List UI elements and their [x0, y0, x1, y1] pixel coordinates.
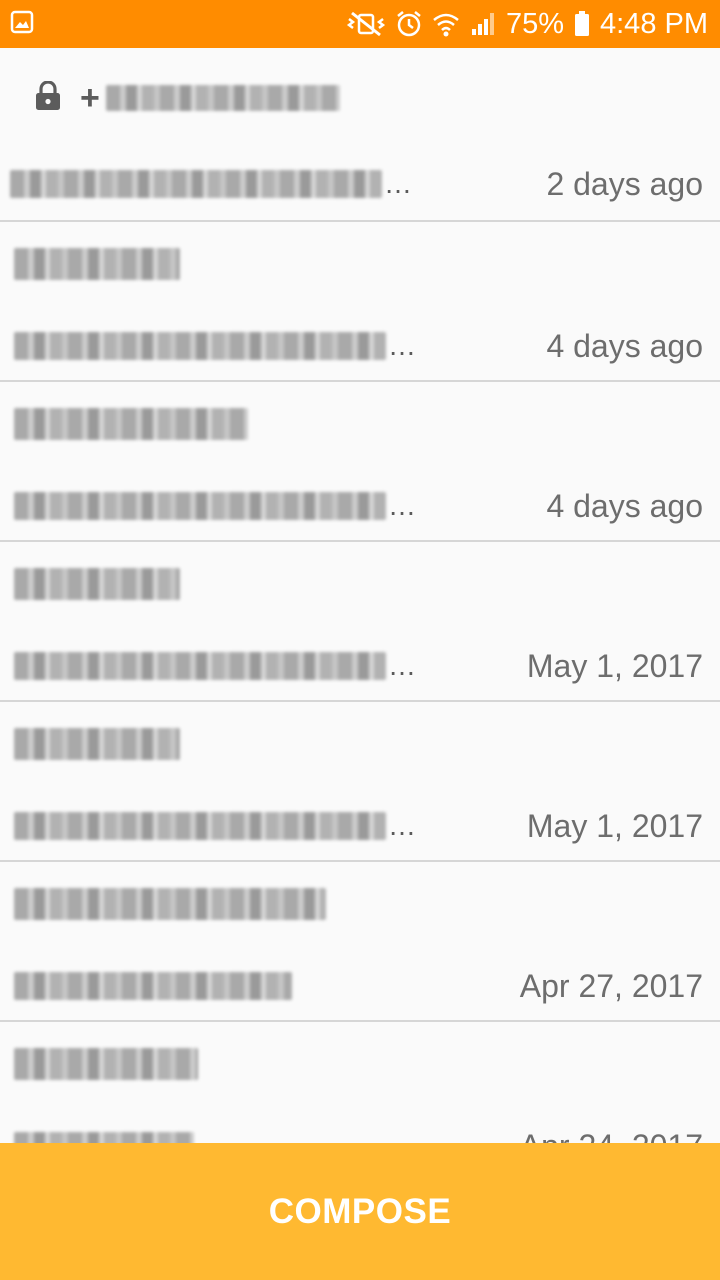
- ellipsis: …: [388, 650, 417, 681]
- alarm-icon: [396, 10, 422, 38]
- clock: 4:48 PM: [600, 7, 708, 40]
- message-list[interactable]: + … 2 days ago … 4 days ago … 4 days ago: [0, 48, 720, 1143]
- compose-label: COMPOSE: [268, 1191, 452, 1231]
- redacted-contact-name: [14, 408, 248, 440]
- message-time: 4 days ago: [546, 487, 703, 524]
- message-time: May 1, 2017: [526, 647, 703, 684]
- message-preview: [14, 1132, 520, 1143]
- redacted-phone-number: [105, 85, 340, 111]
- redacted-preview-text: [14, 972, 292, 1000]
- list-item[interactable]: … May 1, 2017: [0, 542, 720, 702]
- message-time: Apr 27, 2017: [519, 967, 703, 1004]
- redacted-preview-text: [14, 812, 386, 840]
- message-preview: …: [14, 330, 546, 362]
- redacted-preview-text: [14, 492, 386, 520]
- redacted-contact-name: [14, 248, 180, 280]
- battery-percent: 75%: [505, 7, 564, 40]
- ellipsis: …: [388, 490, 417, 521]
- redacted-preview-text: [14, 652, 386, 680]
- ellipsis: …: [388, 810, 417, 841]
- lock-icon: [34, 79, 62, 116]
- mute-vibrate-icon: [346, 11, 386, 37]
- list-item[interactable]: Apr 27, 2017: [0, 862, 720, 1022]
- list-item[interactable]: Apr 24, 2017: [0, 1022, 720, 1143]
- message-time: Apr 24, 2017: [520, 1128, 703, 1144]
- plus-sign: +: [80, 79, 100, 117]
- redacted-preview-text: [14, 1132, 194, 1143]
- list-item[interactable]: … May 1, 2017: [0, 702, 720, 862]
- status-left: [10, 10, 346, 39]
- wifi-icon: [432, 10, 460, 38]
- list-item[interactable]: … 4 days ago: [0, 382, 720, 542]
- message-preview: …: [10, 168, 546, 200]
- status-right: 75% 4:48 PM: [346, 8, 708, 41]
- redacted-contact-name: [14, 728, 180, 760]
- message-preview: …: [14, 650, 527, 682]
- battery-icon: [574, 11, 590, 37]
- redacted-contact-name: [14, 888, 326, 920]
- redacted-preview-text: [10, 170, 382, 198]
- gallery-notification-icon: [10, 10, 34, 39]
- redacted-contact-name: [14, 568, 180, 600]
- list-item[interactable]: … 2 days ago: [0, 148, 720, 222]
- message-time: 4 days ago: [546, 327, 703, 364]
- cellular-signal-icon: [470, 11, 496, 37]
- redacted-contact-name: [14, 1048, 198, 1080]
- message-time: 2 days ago: [546, 165, 703, 202]
- status-bar: 75% 4:48 PM: [0, 0, 720, 48]
- thread-header[interactable]: +: [0, 48, 720, 148]
- message-preview: [14, 972, 520, 1000]
- message-preview: …: [14, 810, 527, 842]
- message-preview: …: [14, 490, 546, 522]
- list-item[interactable]: … 4 days ago: [0, 222, 720, 382]
- message-time: May 1, 2017: [526, 807, 703, 844]
- redacted-preview-text: [14, 332, 386, 360]
- ellipsis: …: [388, 330, 417, 361]
- compose-button[interactable]: COMPOSE: [0, 1143, 720, 1280]
- ellipsis: …: [384, 168, 413, 199]
